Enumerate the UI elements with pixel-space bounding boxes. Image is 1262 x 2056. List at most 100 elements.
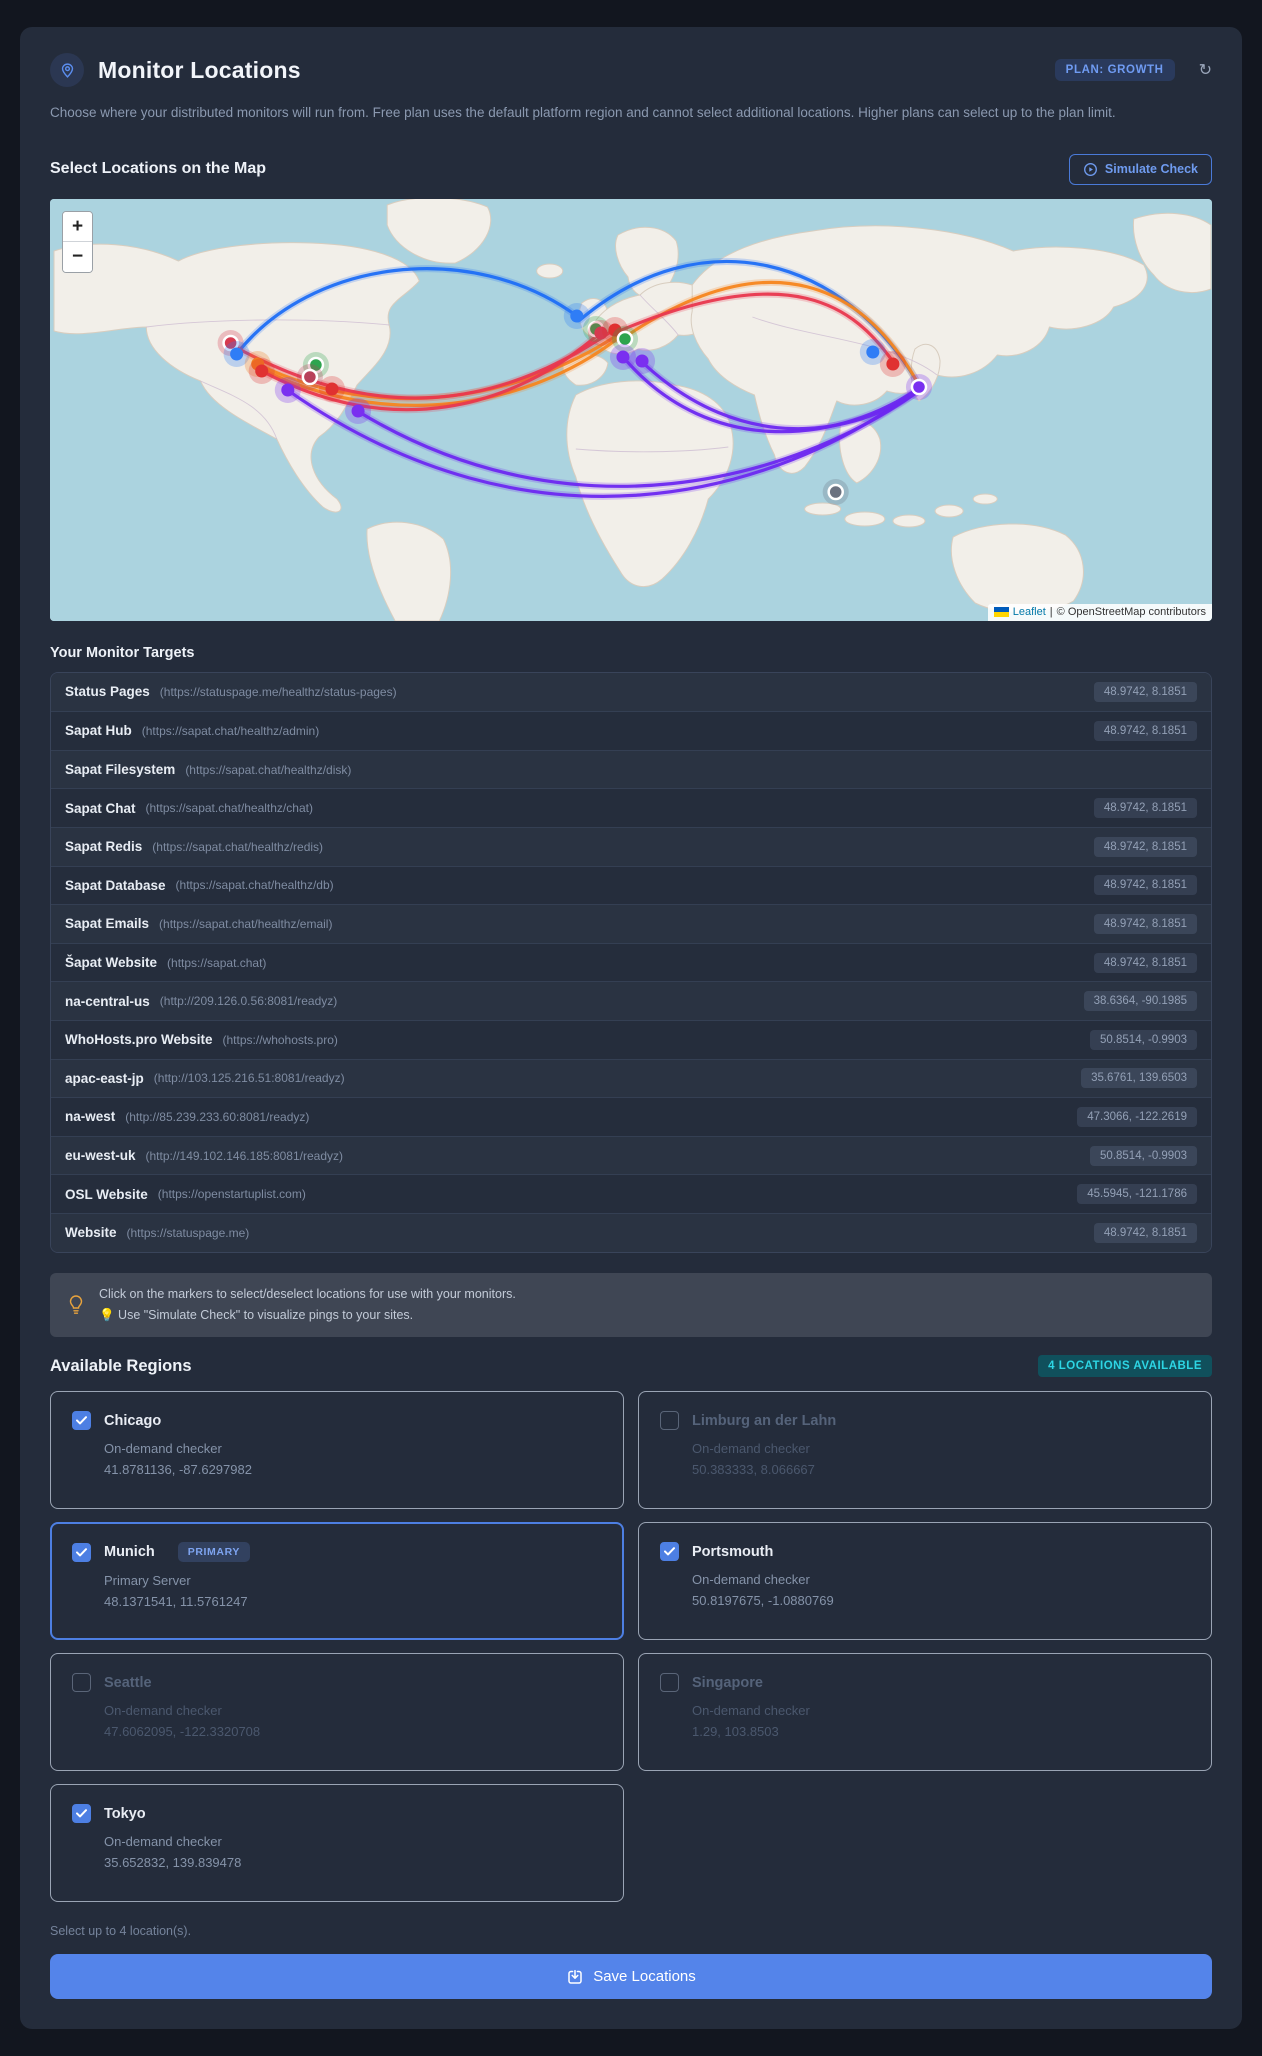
map-marker[interactable] bbox=[570, 309, 584, 323]
target-url: (http://149.102.146.185:8081/readyz) bbox=[145, 1148, 343, 1163]
region-coords: 35.652832, 139.839478 bbox=[104, 1855, 242, 1870]
target-coords-badge: 47.3066, -122.2619 bbox=[1077, 1106, 1197, 1127]
target-row: Sapat Hub (https://sapat.chat/healthz/ad… bbox=[51, 711, 1211, 750]
target-url: (https://statuspage.me) bbox=[126, 1225, 250, 1240]
region-card[interactable]: Munich PRIMARY Primary Server 48.1371541… bbox=[50, 1522, 624, 1640]
map-marker[interactable] bbox=[230, 347, 244, 361]
monitor-locations-panel: Monitor Locations PLAN: GROWTH ↻ Choose … bbox=[20, 27, 1242, 2029]
target-url: (https://sapat.chat) bbox=[167, 955, 267, 970]
target-url: (https://sapat.chat/healthz/db) bbox=[175, 878, 334, 893]
region-checkbox[interactable] bbox=[660, 1411, 679, 1430]
region-subtitle: On-demand checker bbox=[104, 1834, 222, 1849]
plan-badge: PLAN: GROWTH bbox=[1054, 59, 1175, 81]
region-name: Limburg an der Lahn bbox=[692, 1412, 837, 1429]
map-marker[interactable] bbox=[281, 383, 295, 397]
region-card[interactable]: Limburg an der Lahn On-demand checker 50… bbox=[638, 1391, 1212, 1509]
target-row: Status Pages (https://statuspage.me/heal… bbox=[51, 672, 1211, 712]
monitor-targets-list: Status Pages (https://statuspage.me/heal… bbox=[50, 671, 1212, 1253]
region-subtitle: Primary Server bbox=[104, 1573, 191, 1588]
target-url: (https://sapat.chat/healthz/disk) bbox=[185, 762, 352, 777]
target-name: apac-east-jp bbox=[65, 1070, 144, 1086]
target-name: Šapat Website bbox=[65, 955, 158, 971]
target-row: apac-east-jp (http://103.125.216.51:8081… bbox=[51, 1058, 1211, 1098]
region-card[interactable]: Portsmouth On-demand checker 50.8197675,… bbox=[638, 1522, 1212, 1640]
region-coords: 50.383333, 8.066667 bbox=[692, 1462, 815, 1477]
region-checkbox[interactable] bbox=[660, 1542, 679, 1561]
target-name: Sapat Hub bbox=[65, 723, 132, 739]
target-url: (https://openstartuplist.com) bbox=[157, 1187, 306, 1202]
map-marker[interactable] bbox=[616, 330, 634, 347]
region-card[interactable]: Seattle On-demand checker 47.6062095, -1… bbox=[50, 1653, 624, 1771]
region-card[interactable]: Chicago On-demand checker 41.8781136, -8… bbox=[50, 1391, 624, 1509]
tip-box: Click on the markers to select/deselect … bbox=[50, 1272, 1212, 1337]
zoom-in-button[interactable]: + bbox=[63, 211, 92, 242]
tip-line-1: Click on the markers to select/deselect … bbox=[99, 1286, 516, 1301]
check-icon bbox=[76, 1809, 87, 1818]
region-subtitle: On-demand checker bbox=[692, 1441, 810, 1456]
map-zoom-control: + − bbox=[62, 210, 93, 273]
leaflet-map[interactable]: + − Leaflet | © OpenStreetMap contributo… bbox=[50, 198, 1212, 621]
simulate-check-button[interactable]: Simulate Check bbox=[1068, 153, 1212, 185]
target-name: WhoHosts.pro Website bbox=[65, 1032, 213, 1048]
region-checkbox[interactable] bbox=[72, 1411, 91, 1430]
target-url: (http://209.126.0.56:8081/readyz) bbox=[159, 994, 338, 1009]
region-cards-grid: Chicago On-demand checker 41.8781136, -8… bbox=[50, 1391, 1212, 1902]
target-row: Sapat Emails (https://sapat.chat/healthz… bbox=[51, 904, 1211, 943]
osm-attribution[interactable]: © OpenStreetMap contributors bbox=[1057, 606, 1206, 618]
target-name: na-west bbox=[65, 1109, 116, 1125]
target-coords-badge: 35.6761, 139.6503 bbox=[1081, 1068, 1197, 1089]
zoom-out-button[interactable]: − bbox=[63, 241, 92, 272]
target-row: WhoHosts.pro Website (https://whohosts.p… bbox=[51, 1019, 1211, 1059]
save-locations-button[interactable]: Save Locations bbox=[50, 1954, 1212, 1999]
target-coords-badge: 48.9742, 8.1851 bbox=[1093, 720, 1197, 741]
regions-heading: Available Regions bbox=[50, 1356, 192, 1375]
region-card[interactable]: Tokyo On-demand checker 35.652832, 139.8… bbox=[50, 1784, 624, 1902]
ukraine-flag-icon bbox=[993, 606, 1009, 617]
target-name: Sapat Redis bbox=[65, 839, 143, 855]
target-name: na-central-us bbox=[65, 993, 150, 1009]
map-marker[interactable] bbox=[827, 483, 844, 500]
region-card[interactable]: Singapore On-demand checker 1.29, 103.85… bbox=[638, 1653, 1212, 1771]
map-marker[interactable] bbox=[635, 354, 649, 368]
region-checkbox[interactable] bbox=[72, 1542, 91, 1562]
map-marker[interactable] bbox=[910, 378, 928, 395]
play-circle-icon bbox=[1083, 162, 1097, 176]
locations-available-badge: 4 LOCATIONS AVAILABLE bbox=[1038, 1355, 1212, 1377]
target-name: Status Pages bbox=[65, 684, 150, 700]
target-coords-badge: 50.8514, -0.9903 bbox=[1090, 1145, 1197, 1166]
target-coords-badge: 48.9742, 8.1851 bbox=[1093, 798, 1197, 819]
region-subtitle: On-demand checker bbox=[104, 1703, 222, 1718]
target-row: Sapat Database (https://sapat.chat/healt… bbox=[51, 865, 1211, 905]
region-name: Seattle bbox=[104, 1674, 152, 1691]
map-marker[interactable] bbox=[325, 382, 339, 396]
target-row: OSL Website (https://openstartuplist.com… bbox=[51, 1174, 1211, 1213]
target-row: Sapat Chat (https://sapat.chat/healthz/c… bbox=[51, 788, 1211, 827]
target-url: (https://sapat.chat/healthz/chat) bbox=[145, 801, 313, 816]
target-name: Sapat Chat bbox=[65, 800, 136, 816]
target-name: Sapat Emails bbox=[65, 916, 150, 932]
region-checkbox[interactable] bbox=[660, 1673, 679, 1692]
target-coords-badge: 48.9742, 8.1851 bbox=[1093, 913, 1197, 934]
target-url: (https://sapat.chat/healthz/redis) bbox=[152, 839, 324, 854]
target-name: Sapat Database bbox=[65, 877, 166, 893]
region-checkbox[interactable] bbox=[72, 1804, 91, 1823]
target-url: (http://85.239.233.60:8081/readyz) bbox=[125, 1109, 310, 1124]
target-name: Website bbox=[65, 1225, 117, 1241]
region-checkbox[interactable] bbox=[72, 1673, 91, 1692]
map-marker[interactable] bbox=[255, 364, 269, 378]
check-icon bbox=[664, 1547, 675, 1556]
target-coords-badge: 48.9742, 8.1851 bbox=[1093, 836, 1197, 857]
region-subtitle: On-demand checker bbox=[692, 1703, 810, 1718]
map-marker[interactable] bbox=[866, 345, 880, 359]
map-marker[interactable] bbox=[351, 404, 365, 418]
refresh-icon[interactable]: ↻ bbox=[1199, 60, 1212, 80]
region-coords: 50.8197675, -1.0880769 bbox=[692, 1593, 834, 1608]
map-marker[interactable] bbox=[616, 350, 630, 364]
location-pin-icon bbox=[50, 53, 84, 87]
map-marker[interactable] bbox=[886, 357, 900, 371]
target-row: na-central-us (http://209.126.0.56:8081/… bbox=[51, 981, 1211, 1020]
map-marker[interactable] bbox=[301, 368, 319, 385]
leaflet-link[interactable]: Leaflet bbox=[1013, 606, 1046, 618]
check-icon bbox=[76, 1416, 87, 1425]
target-url: (https://sapat.chat/healthz/admin) bbox=[141, 723, 320, 738]
